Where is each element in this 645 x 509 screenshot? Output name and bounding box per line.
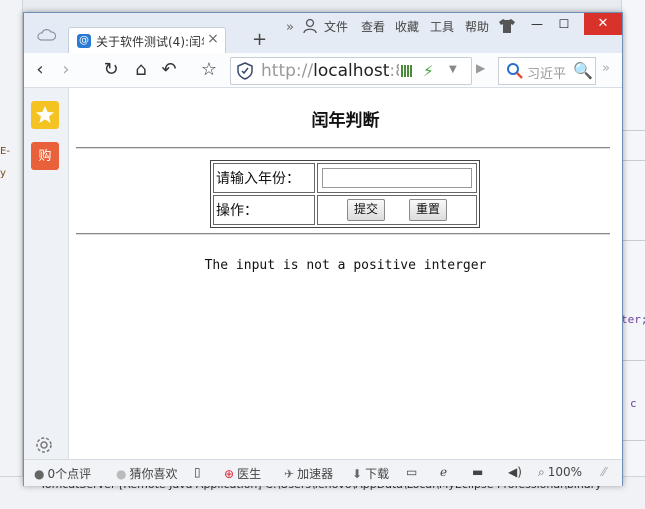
- gear-icon[interactable]: [35, 436, 53, 454]
- shirt-icon[interactable]: [498, 18, 516, 34]
- search-icon: [507, 63, 523, 79]
- tabs-overflow-button[interactable]: »: [286, 20, 294, 35]
- search-box[interactable]: 习近平 🔍: [498, 57, 596, 85]
- result-message: The input is not a positive interger: [204, 258, 487, 273]
- table-row: 请输入年份：: [213, 163, 477, 193]
- ide-divider: [623, 240, 645, 241]
- ide-divider: [623, 130, 645, 131]
- comment-icon: ●: [34, 467, 45, 481]
- table-row: 操作： 提交 重置: [213, 195, 477, 225]
- download-icon: ⬇: [352, 467, 363, 481]
- rocket-icon: ✈: [284, 467, 295, 481]
- menu-favorites[interactable]: 收藏: [395, 18, 419, 35]
- tab-title: 关于软件测试(4):闰年判断: [96, 35, 204, 49]
- ide-left-panel: [0, 0, 23, 508]
- navigation-bar: ‹ › ↻ ⌂ ↶ ☆ http://localhost:8080 ⚡ ▼ ▶ …: [24, 53, 622, 88]
- phone-icon[interactable]: ▯: [194, 465, 201, 479]
- resize-grip-icon[interactable]: ⁄⁄: [602, 465, 606, 479]
- window-icon[interactable]: ▬: [472, 465, 483, 479]
- operation-label: 操作：: [213, 195, 315, 225]
- lightning-icon[interactable]: ⚡: [423, 62, 434, 80]
- top-divider: [76, 147, 610, 149]
- zoom-icon: ⌕: [538, 465, 545, 479]
- ide-divider: [623, 360, 645, 361]
- address-bar[interactable]: http://localhost:8080 ⚡ ▼: [230, 57, 472, 85]
- volume-icon[interactable]: ◀): [508, 465, 522, 479]
- year-input[interactable]: [322, 168, 472, 188]
- ide-left-label: y: [0, 168, 6, 179]
- star-icon[interactable]: [31, 101, 59, 129]
- tab-favicon-icon: @: [77, 34, 91, 48]
- play-icon[interactable]: ▶: [476, 61, 485, 75]
- page-content: 闰年判断 请输入年份： 操作： 提交 重置 The input is not a …: [69, 88, 622, 459]
- year-field-cell: [317, 163, 477, 193]
- bottom-divider: [76, 233, 610, 235]
- ide-left-label: E-: [0, 146, 10, 157]
- chevron-down-icon[interactable]: ▼: [449, 64, 457, 75]
- minimize-button[interactable]: —: [524, 13, 550, 35]
- search-go-button[interactable]: 🔍: [573, 61, 593, 80]
- menu-help[interactable]: 帮助: [465, 18, 489, 35]
- maximize-button[interactable]: ☐: [551, 13, 577, 35]
- address-url: http://localhost:8080: [261, 61, 399, 81]
- download-status[interactable]: ⬇ 下载: [352, 465, 389, 482]
- bag-icon[interactable]: 购: [31, 142, 59, 170]
- doctor-status[interactable]: ⊕ 医生: [224, 465, 261, 482]
- browser-window: @ 关于软件测试(4):闰年判断 × + » 文件 查看 收藏 工具 帮助 — …: [23, 12, 623, 486]
- ie-icon[interactable]: ℯ: [440, 465, 447, 479]
- favorite-button[interactable]: ☆: [198, 59, 220, 81]
- undo-close-button[interactable]: ↶: [158, 59, 180, 81]
- search-input[interactable]: 习近平: [527, 63, 571, 82]
- user-icon[interactable]: [302, 18, 318, 34]
- ide-divider: [623, 440, 645, 441]
- menu-file[interactable]: 文件: [324, 18, 348, 35]
- comments-status[interactable]: ● 0个点评: [34, 465, 91, 482]
- cloud-icon[interactable]: [36, 29, 56, 41]
- browser-tab[interactable]: @ 关于软件测试(4):闰年判断 ×: [68, 27, 226, 54]
- screenshot-icon[interactable]: ▭: [406, 465, 417, 479]
- toolbar-overflow-button[interactable]: »: [602, 61, 610, 76]
- title-bar: @ 关于软件测试(4):闰年判断 × + » 文件 查看 收藏 工具 帮助 — …: [24, 13, 622, 54]
- submit-button[interactable]: 提交: [346, 199, 385, 221]
- ide-code-text: ter;: [621, 313, 645, 326]
- leap-year-form: 请输入年份： 操作： 提交 重置: [210, 160, 480, 228]
- tab-close-button[interactable]: ×: [205, 31, 221, 47]
- ide-right-panel: [621, 0, 645, 508]
- home-button[interactable]: ⌂: [130, 59, 152, 81]
- forward-button[interactable]: ›: [55, 59, 77, 81]
- accelerator-status[interactable]: ✈ 加速器: [284, 465, 333, 482]
- zoom-status[interactable]: ⌕ 100%: [538, 465, 582, 480]
- status-bar: ● 0个点评 ● 猜你喜欢 ▯ ⊕ 医生 ✈ 加速器 ⬇ 下载 ▭ ℯ ▬ ◀) ⌕ 100…: [24, 459, 622, 486]
- doctor-icon: ⊕: [224, 467, 235, 481]
- operation-cell: 提交 重置: [317, 195, 477, 225]
- ide-divider: [623, 160, 645, 161]
- qr-icon[interactable]: [401, 65, 413, 77]
- ide-code-text: c: [630, 397, 637, 410]
- page-title: 闰年判断: [311, 111, 380, 131]
- reset-button[interactable]: 重置: [409, 199, 448, 221]
- back-button[interactable]: ‹: [29, 59, 51, 81]
- close-window-button[interactable]: ✕: [584, 13, 622, 35]
- shield-icon[interactable]: [237, 62, 253, 80]
- year-label: 请输入年份：: [213, 163, 315, 193]
- refresh-button[interactable]: ↻: [100, 59, 122, 81]
- new-tab-button[interactable]: +: [252, 29, 267, 50]
- menu-tools[interactable]: 工具: [430, 18, 454, 35]
- guess-status[interactable]: ● 猜你喜欢: [116, 465, 178, 482]
- guess-icon: ●: [116, 467, 127, 481]
- menu-view[interactable]: 查看: [361, 18, 385, 35]
- browser-sidebar: 购: [24, 88, 69, 459]
